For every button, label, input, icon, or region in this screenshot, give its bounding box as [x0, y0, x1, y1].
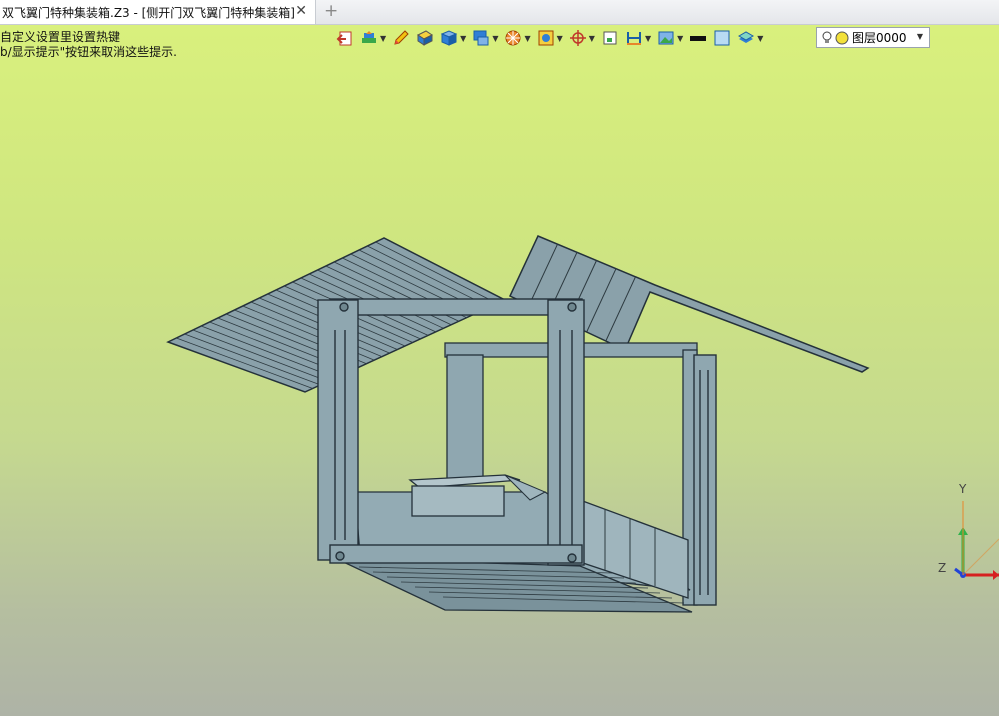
face-color-button[interactable]: [711, 27, 733, 49]
y-axis-label: Y: [958, 482, 967, 496]
dimension-icon: [603, 31, 617, 45]
hint-line-2: b/显示提示"按钮来取消这些提示.: [0, 45, 177, 59]
solid-face-icon: [417, 30, 434, 46]
measure-icon: [626, 32, 641, 45]
z-axis-label: Z: [938, 561, 946, 575]
layers-filter-icon: [362, 31, 376, 43]
cube-icon: [440, 30, 458, 46]
axis-triad[interactable]: Y Z: [935, 479, 999, 584]
measure-button[interactable]: ▼: [623, 27, 653, 49]
view-orient-icon: [538, 30, 554, 46]
tab-title: 双飞翼门特种集装箱.Z3 - [侧开门双飞翼门特种集装箱]: [2, 5, 295, 20]
display-mode-button[interactable]: ▼: [470, 27, 500, 49]
hint-text: 自定义设置里设置热键 b/显示提示"按钮来取消这些提示.: [0, 30, 177, 60]
exit-sketch-button[interactable]: [334, 27, 356, 49]
chevron-down-icon[interactable]: ▼: [524, 34, 530, 43]
face-color-icon: [714, 30, 730, 46]
chevron-down-icon[interactable]: ▼: [492, 34, 498, 43]
tab-document[interactable]: 双飞翼门特种集装箱.Z3 - [侧开门双飞翼门特种集装箱] ✕: [0, 0, 316, 24]
chevron-down-icon[interactable]: ▼: [917, 32, 923, 41]
cube-button[interactable]: ▼: [438, 27, 468, 49]
chevron-down-icon[interactable]: ▼: [677, 34, 683, 43]
chevron-down-icon[interactable]: ▼: [380, 34, 386, 43]
pencil-icon: [394, 30, 409, 45]
layer-select[interactable]: 图层0000 ▼: [816, 27, 930, 48]
image-button[interactable]: ▼: [655, 27, 685, 49]
lightbulb-icon[interactable]: [821, 31, 833, 45]
dimension-button[interactable]: [599, 27, 621, 49]
layer-stack-icon: [738, 31, 755, 43]
exit-sketch-icon: [336, 31, 352, 46]
line-color-icon: [690, 36, 707, 41]
pencil-button[interactable]: [390, 27, 412, 49]
layer-color-icon[interactable]: [835, 31, 849, 45]
render-button[interactable]: ▼: [502, 27, 532, 49]
layers-filter-button[interactable]: ▼: [358, 27, 388, 49]
line-color-button[interactable]: [687, 27, 709, 49]
chevron-down-icon[interactable]: ▼: [589, 34, 595, 43]
view-toolbar: ▼ ▼ ▼ ▼ ▼ ▼ ▼ ▼ ▼: [334, 26, 765, 50]
hint-line-1: 自定义设置里设置热键: [0, 30, 121, 44]
chevron-down-icon[interactable]: ▼: [757, 34, 763, 43]
snap-target-icon: [569, 30, 586, 46]
tab-bar: 双飞翼门特种集装箱.Z3 - [侧开门双飞翼门特种集装箱] ✕ +: [0, 0, 999, 25]
add-tab-icon[interactable]: +: [324, 1, 338, 21]
close-icon[interactable]: ✕: [295, 3, 307, 19]
chevron-down-icon[interactable]: ▼: [645, 34, 651, 43]
image-icon: [658, 31, 674, 45]
chevron-down-icon[interactable]: ▼: [460, 34, 466, 43]
solid-face-button[interactable]: [414, 27, 436, 49]
layer-stack-button[interactable]: ▼: [735, 27, 765, 49]
snap-target-button[interactable]: ▼: [567, 27, 597, 49]
container-model[interactable]: [0, 24, 999, 716]
display-mode-icon: [473, 30, 489, 46]
layer-select-value: 图层0000: [852, 31, 907, 45]
render-icon: [505, 30, 521, 46]
view-orient-button[interactable]: ▼: [535, 27, 565, 49]
chevron-down-icon[interactable]: ▼: [557, 34, 563, 43]
3d-viewport[interactable]: Y Z: [0, 24, 999, 716]
